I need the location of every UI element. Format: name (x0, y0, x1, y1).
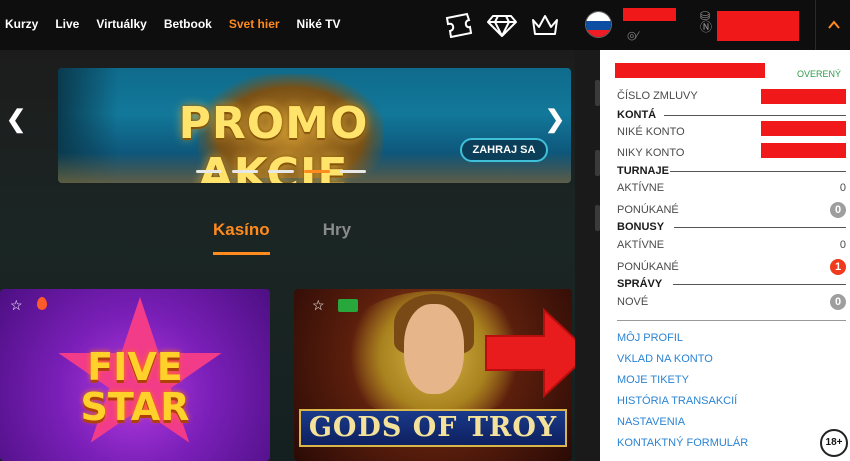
favorite-star-icon[interactable]: ☆ (10, 297, 23, 314)
niky-account-label: NIKY KONTO (617, 147, 685, 159)
divider (664, 115, 846, 116)
redacted-contract-number (761, 89, 846, 104)
nav-kurzy[interactable]: Kurzy (5, 17, 38, 31)
slide-dot[interactable] (232, 170, 258, 173)
redacted-niky-balance (761, 143, 846, 158)
account-dropdown: OVERENÝ ČÍSLO ZMLUVY KONTÁ NIKÉ KONTO NI… (600, 50, 850, 461)
nike-account-label: NIKÉ KONTO (617, 126, 685, 138)
tab-underline (213, 252, 270, 255)
account-menu-toggle[interactable] (815, 0, 850, 50)
divider (617, 320, 846, 321)
section-konta: KONTÁ (617, 109, 657, 121)
verified-status: OVERENÝ (796, 69, 841, 79)
link-my-tickets[interactable]: MOJE TIKETY (617, 374, 689, 386)
contract-label: ČÍSLO ZMLUVY (617, 90, 698, 102)
promo-banner[interactable]: PROMO AKCIE ZAHRAJ SA (58, 68, 571, 183)
slide-dot[interactable] (196, 170, 222, 173)
age-restriction-badge: 18+ (820, 429, 848, 457)
right-rail (575, 50, 600, 461)
nav-nike-tv[interactable]: Niké TV (297, 17, 341, 31)
section-spravy: SPRÁVY (617, 278, 663, 290)
slide-dot-active[interactable] (304, 170, 330, 173)
banner-next-icon[interactable]: ❯ (545, 105, 565, 134)
slide-indicators (196, 170, 366, 173)
hidden-eye-icon[interactable]: ◎∕ (627, 29, 638, 42)
top-navigation-bar: Kurzy Live Virtuálky Betbook Svet hier N… (0, 0, 850, 50)
messages-new-badge: 0 (830, 294, 846, 310)
redacted-balance (717, 11, 799, 41)
coins-icon: ⛁ Ⓝ (700, 9, 713, 34)
link-my-profile[interactable]: MÔJ PROFIL (617, 332, 683, 344)
tournaments-active-count: 0 (839, 182, 846, 194)
chevron-up-icon (828, 20, 840, 29)
slide-dot[interactable] (268, 170, 294, 173)
tournaments-offered-label: PONÚKANÉ (617, 204, 679, 216)
game-title: GODS OF TROY (308, 412, 558, 443)
tab-kasino[interactable]: Kasíno (213, 220, 270, 240)
redacted-username (623, 8, 676, 21)
flame-icon (37, 297, 47, 310)
redacted-nike-balance (761, 121, 846, 136)
game-card-five-star[interactable]: FIVE STAR ☆ (0, 289, 270, 461)
bonuses-offered-label: PONÚKANÉ (617, 261, 679, 273)
bonuses-offered-badge: 1 (830, 259, 846, 275)
divider (673, 284, 846, 285)
bonuses-active-label: AKTÍVNE (617, 239, 665, 251)
nav-virtualky[interactable]: Virtuálky (96, 17, 146, 31)
money-badge-icon (338, 299, 358, 312)
slovakia-flag-icon[interactable] (585, 11, 612, 38)
link-deposit[interactable]: VKLAD NA KONTO (617, 353, 713, 365)
link-transaction-history[interactable]: HISTÓRIA TRANSAKCIÍ (617, 395, 737, 407)
bonuses-active-count: 0 (839, 239, 846, 251)
nav-live[interactable]: Live (55, 17, 79, 31)
diamond-icon[interactable] (487, 12, 517, 38)
messages-new-label: NOVÉ (617, 296, 649, 308)
link-settings[interactable]: NASTAVENIA (617, 416, 685, 428)
tournaments-active-label: AKTÍVNE (617, 182, 665, 194)
link-contact-form[interactable]: KONTAKTNÝ FORMULÁR (617, 437, 748, 449)
category-tabs: Kasíno Hry (213, 220, 351, 240)
slide-dot[interactable] (340, 170, 366, 173)
goddess-face (404, 304, 464, 394)
section-turnaje: TURNAJE (617, 165, 669, 177)
divider (674, 227, 846, 228)
tournaments-offered-badge: 0 (830, 202, 846, 218)
ticket-icon[interactable] (443, 12, 473, 38)
nav-svet-hier[interactable]: Svet hier (229, 17, 280, 31)
banner-prev-icon[interactable]: ❮ (6, 105, 26, 134)
redacted-name (615, 63, 765, 78)
banner-play-button[interactable]: ZAHRAJ SA (460, 138, 548, 162)
favorite-star-icon[interactable]: ☆ (312, 297, 325, 314)
nav-betbook[interactable]: Betbook (164, 17, 212, 31)
casino-main: PROMO AKCIE ZAHRAJ SA ❮ ❯ Kasíno Hry FIV… (0, 50, 592, 461)
game-title: FIVE STAR (80, 345, 190, 429)
crown-icon[interactable] (530, 12, 560, 38)
tab-hry[interactable]: Hry (323, 220, 351, 240)
divider (670, 171, 846, 172)
section-bonusy: BONUSY (617, 221, 665, 233)
main-nav: Kurzy Live Virtuálky Betbook Svet hier N… (5, 17, 341, 31)
